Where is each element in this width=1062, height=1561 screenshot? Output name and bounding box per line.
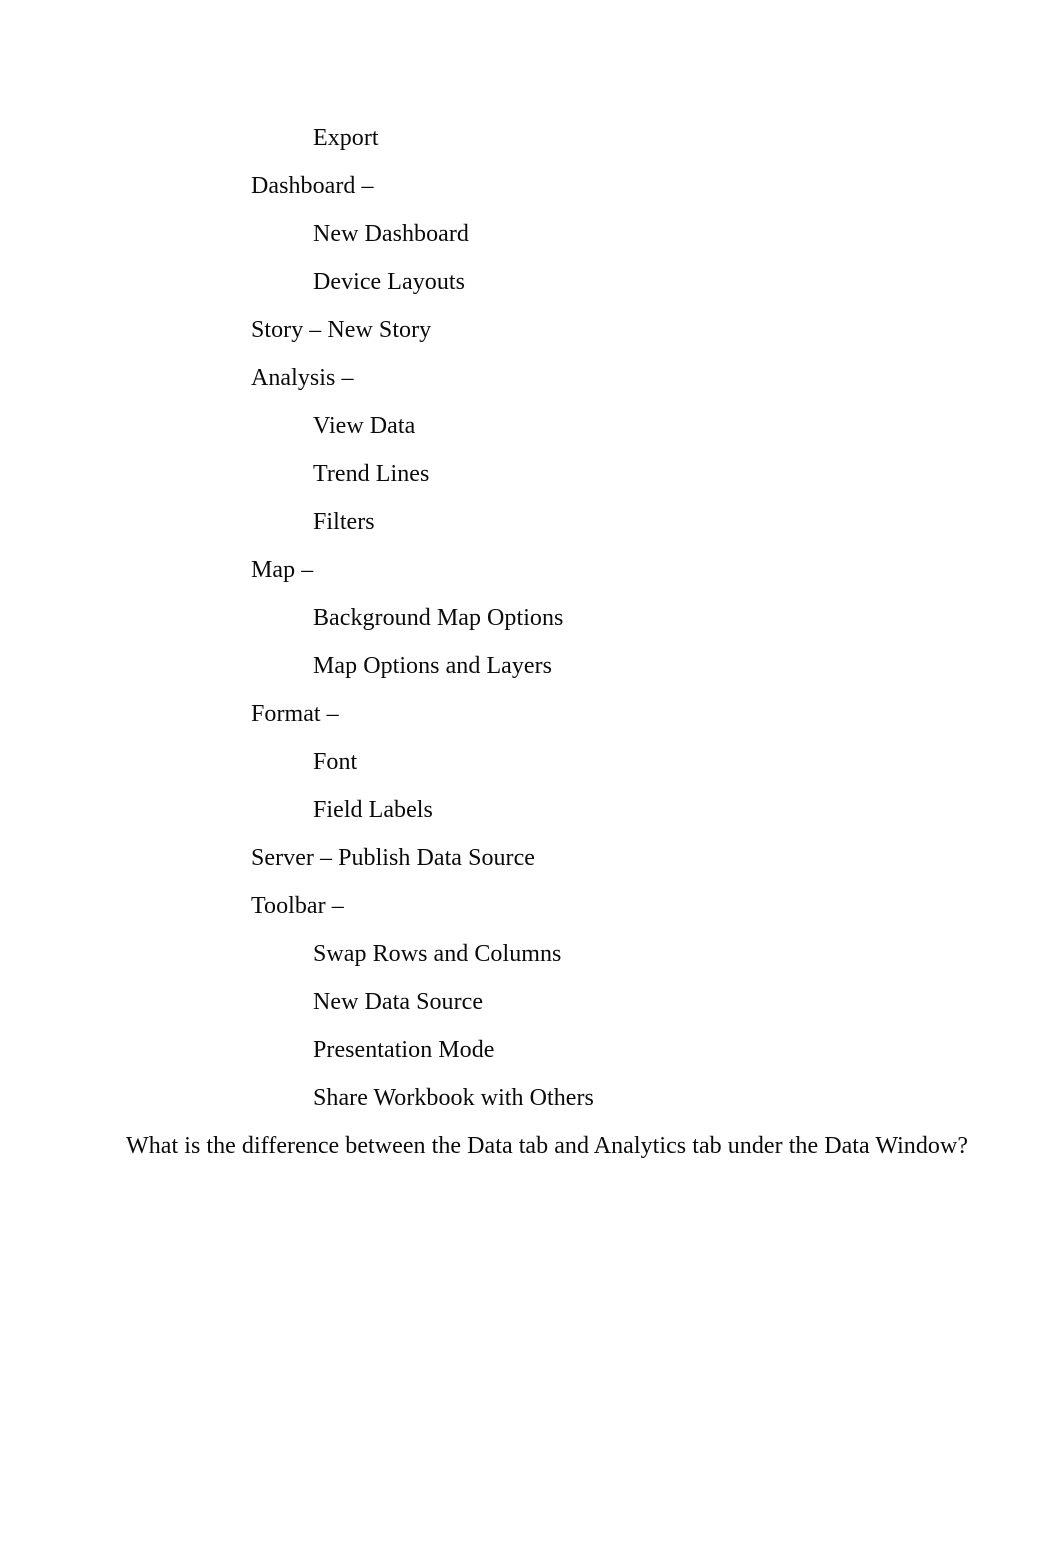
outline-item-level1: Story – New Story	[251, 317, 432, 343]
outline-item-level2: New Data Source	[313, 989, 484, 1015]
outline-item-level2: Background Map Options	[313, 605, 564, 631]
outline-item-level2: Trend Lines	[313, 461, 430, 487]
outline-item-level2: Map Options and Layers	[313, 653, 553, 679]
outline-item-level2: View Data	[313, 413, 416, 439]
outline-item-level1: Dashboard –	[251, 173, 374, 199]
document-page: Export Dashboard – New Dashboard Device Lay…	[0, 0, 1062, 1561]
outline-item-level1: Analysis –	[251, 365, 354, 391]
outline-item-level2: New Dashboard	[313, 221, 469, 247]
outline-item-level2: Share Workbook with Others	[313, 1085, 594, 1111]
outline-item-level2: Field Labels	[313, 797, 433, 823]
outline-item-level2: Presentation Mode	[313, 1037, 495, 1063]
document-body: Export Dashboard – New Dashboard Device Lay…	[0, 0, 1062, 1170]
outline-item-level2: Font	[313, 749, 358, 775]
outline-item-level2: Export	[313, 125, 379, 151]
question-paragraph: What is the difference between the Data …	[126, 1133, 969, 1159]
outline-item-level2: Filters	[313, 509, 375, 535]
outline-item-level1: Toolbar –	[251, 893, 344, 919]
outline-item-level1: Server – Publish Data Source	[251, 845, 536, 871]
outline-item-level1: Map –	[251, 557, 314, 583]
top-margin-spacer	[0, 0, 1062, 114]
outline-item-level1: Format –	[251, 701, 339, 727]
outline-item-level2: Device Layouts	[313, 269, 465, 295]
outline-item-level2: Swap Rows and Columns	[313, 941, 562, 967]
